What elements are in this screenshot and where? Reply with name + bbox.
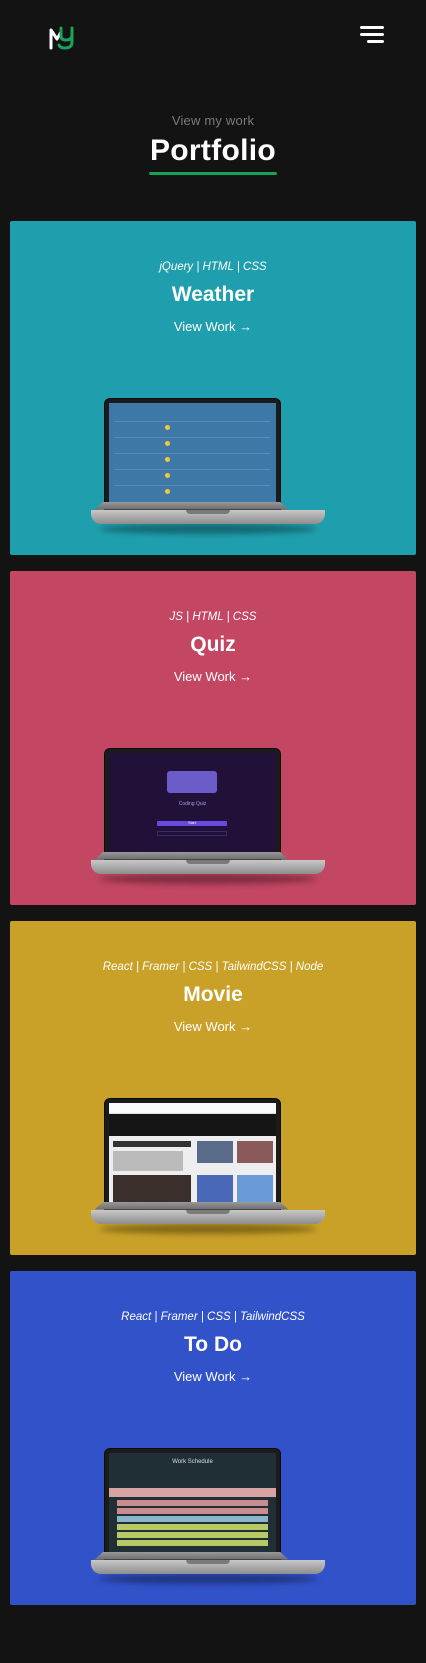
laptop-lid — [104, 1098, 281, 1212]
logo-icon[interactable] — [48, 24, 76, 50]
view-work-link[interactable]: View Work → — [10, 1019, 416, 1034]
laptop-lid: Work Schedule — [104, 1448, 281, 1562]
menu-bar — [360, 33, 384, 36]
portfolio-intro: View my work Portfolio — [0, 113, 426, 175]
laptop-movie-preview — [91, 1098, 335, 1248]
laptop-shadow — [99, 1574, 317, 1584]
quiz-start-button: Start — [157, 821, 227, 826]
site-header — [0, 0, 426, 72]
project-tech: React | Framer | CSS | TailwindCSS — [121, 1311, 305, 1323]
project-card-weather[interactable]: jQuery | HTML | CSS Weather View Work → — [10, 221, 416, 555]
menu-bar — [360, 26, 384, 29]
project-card-movie[interactable]: React | Framer | CSS | TailwindCSS | Nod… — [10, 921, 416, 1255]
laptop-base — [91, 510, 325, 524]
view-work-link[interactable]: View Work → — [10, 319, 416, 334]
quiz-illustration — [167, 771, 217, 793]
laptop-shadow — [99, 524, 317, 534]
laptop-keyboard — [94, 1551, 289, 1560]
view-work-link[interactable]: View Work → — [10, 1369, 416, 1384]
project-card-todo[interactable]: React | Framer | CSS | TailwindCSS To Do… — [10, 1271, 416, 1605]
laptop-base — [91, 1210, 325, 1224]
project-name: To Do — [184, 1333, 242, 1356]
hamburger-menu-icon[interactable] — [360, 26, 384, 44]
view-work-link[interactable]: View Work → — [10, 669, 416, 684]
todo-screen-title: Work Schedule — [172, 1459, 213, 1465]
movie-screen — [109, 1103, 276, 1207]
section-subtitle: View my work — [171, 113, 255, 128]
project-tech: React | Framer | CSS | TailwindCSS | Nod… — [102, 961, 324, 973]
section-title: Portfolio — [149, 134, 276, 167]
project-name: Movie — [183, 983, 243, 1006]
laptop-weather-preview — [91, 398, 335, 548]
laptop-base — [91, 860, 325, 874]
laptop-base — [91, 1560, 325, 1574]
project-name: Quiz — [190, 633, 236, 656]
title-underline — [149, 172, 277, 175]
menu-bar — [367, 40, 384, 43]
weather-screen — [109, 403, 276, 507]
laptop-todo-preview: Work Schedule — [91, 1448, 335, 1598]
project-name: Weather — [171, 283, 255, 306]
todo-screen: Work Schedule — [109, 1453, 276, 1557]
project-tech: jQuery | HTML | CSS — [159, 261, 267, 273]
quiz-screen: Coding Quiz Start — [109, 753, 276, 857]
project-tech: JS | HTML | CSS — [169, 611, 257, 623]
laptop-shadow — [99, 1224, 317, 1234]
project-card-quiz[interactable]: JS | HTML | CSS Quiz View Work → Coding … — [10, 571, 416, 905]
laptop-shadow — [99, 874, 317, 884]
quiz-score-button — [157, 831, 227, 836]
laptop-lid: Coding Quiz Start — [104, 748, 281, 862]
laptop-lid — [104, 398, 281, 512]
quiz-screen-title: Coding Quiz — [178, 801, 207, 807]
laptop-quiz-preview: Coding Quiz Start — [91, 748, 335, 898]
